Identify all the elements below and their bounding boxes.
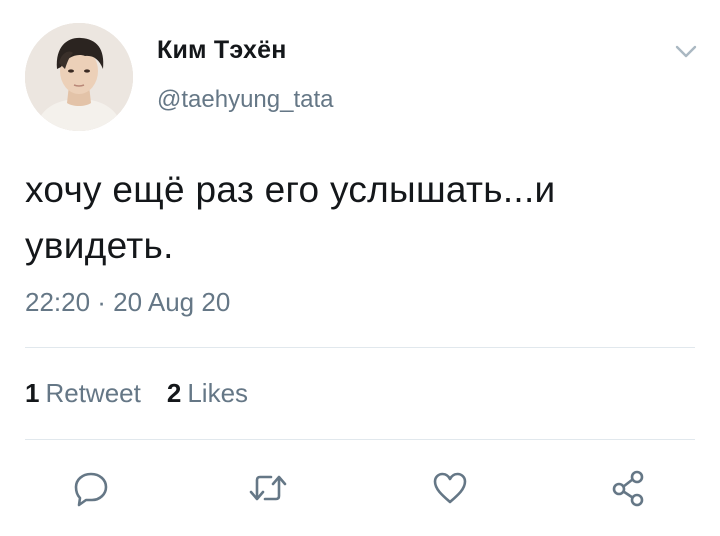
retweet-icon [249, 475, 287, 501]
retweet-label: Retweet [45, 378, 141, 408]
tweet-stats: 1 Retweet 2 Likes [25, 378, 248, 409]
retweet-count: 1 [25, 378, 40, 408]
share-icon [612, 470, 644, 507]
divider [25, 439, 695, 440]
like-button[interactable] [426, 464, 474, 512]
tweet-text-line: увидеть. [25, 225, 174, 266]
divider [25, 347, 695, 348]
heart-icon [433, 472, 467, 504]
retweet-stat[interactable]: 1 Retweet [25, 378, 141, 409]
avatar-photo [25, 23, 133, 131]
likes-label: Likes [187, 378, 249, 408]
tweet-text: хочу ещё раз его услышать...и увидеть. [25, 162, 695, 274]
chevron-down-icon[interactable] [672, 38, 700, 66]
author-display-name[interactable]: Ким Тэхён [157, 36, 287, 65]
reply-button[interactable] [67, 464, 115, 512]
action-bar [0, 464, 720, 512]
tweet-text-line: хочу ещё раз его услышать...и [25, 169, 556, 210]
reply-icon [74, 472, 108, 507]
avatar[interactable] [25, 23, 133, 131]
author-handle[interactable]: @taehyung_tata [157, 86, 334, 114]
likes-count: 2 [166, 378, 182, 408]
share-button[interactable] [604, 464, 652, 512]
retweet-button[interactable] [244, 464, 292, 512]
likes-stat[interactable]: 2 Likes [167, 378, 248, 409]
tweet-timestamp[interactable]: 22:20 · 20 Aug 20 [25, 287, 230, 318]
